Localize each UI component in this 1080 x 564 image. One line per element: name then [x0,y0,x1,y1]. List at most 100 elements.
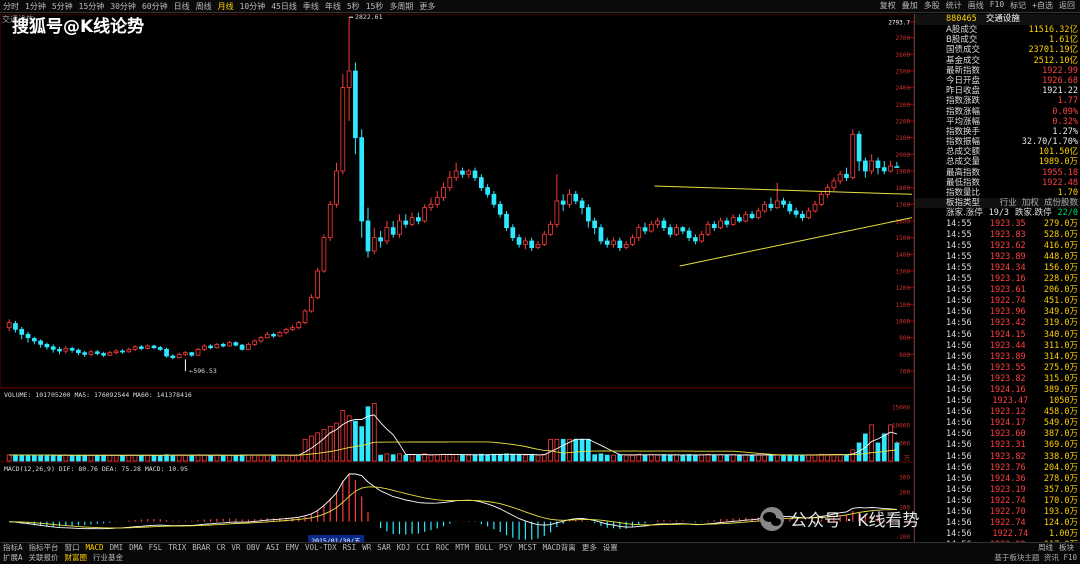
indicator-tab[interactable]: BRAR [189,543,213,553]
tick-row: 14:55 1923.16 228.0万 [915,274,1080,285]
indicator-tab[interactable]: EMV [283,543,303,553]
timeframe-tab[interactable]: 60分钟 [139,1,171,12]
candle-body [844,173,849,179]
volume-bar [113,454,119,462]
kline-chart[interactable]: 2793.7 2700 2600 2500 2400 2300 2200 2100 2000 19… [0,13,915,546]
candle-body [837,173,843,182]
timeframe-tab[interactable]: 月线 [215,1,237,12]
volume-bar [139,454,144,462]
timeframe-tab[interactable]: 年线 [322,1,344,12]
volume-bar [586,438,591,462]
toolbar-action-button[interactable]: 统计 [943,0,965,11]
indicator-tab[interactable]: KDJ [394,543,414,553]
trend-line-upper [654,185,913,195]
tick-row: 14:56 1923.44 311.0万 [915,341,1080,352]
extension-tab[interactable]: 扩展A [0,553,26,563]
stat-label: 基金成交 [946,55,981,66]
indicator-tab[interactable]: DMI [107,543,127,553]
toolbar-action-button[interactable]: 叠加 [899,0,921,11]
timeframe-tab[interactable]: 30分钟 [107,1,139,12]
extension-tab[interactable]: 财富圈 [62,553,91,563]
indicator-tab[interactable]: OBV [243,543,263,553]
indicator-tab[interactable]: MACD背离 [540,543,579,553]
candle-body [806,210,812,219]
volume-bar [661,454,667,462]
tick-price: 1923.61 [989,285,1026,296]
timeframe-tab[interactable]: 5秒 [344,1,363,12]
indicator-tab[interactable]: MTM [452,543,472,553]
tick-row: 14:56 1922.70 193.0万 [915,507,1080,518]
candle-body [233,342,239,346]
tick-time: 14:56 [946,329,972,340]
volume-bar [592,454,598,462]
tick-list[interactable]: 14:55 1923.35 279.0万 14:55 1923.83 528.0万 14:5… [915,219,1080,563]
volume-bar [812,454,818,462]
timeframe-tab[interactable]: 15秒 [363,1,387,12]
indicator-tab[interactable]: CCI [413,543,433,553]
indicator-tab[interactable]: BOLL [472,543,496,553]
extension-tab[interactable]: 行业基金 [90,553,126,563]
volume-bar [403,454,409,462]
timeframe-tab[interactable]: 15分钟 [76,1,108,12]
indicator-tab[interactable]: MACD [83,543,107,553]
indicator-tab[interactable]: FSL [146,543,166,553]
timeframe-tab[interactable]: 多周期 [386,1,416,12]
toolbar-action-button[interactable]: 画线 [965,0,987,11]
timeframe-tab[interactable]: 1分钟 [22,1,49,12]
candle-body [705,223,711,235]
timeframe-tab[interactable]: 10分钟 [237,1,269,12]
tick-price: 1923.12 [989,407,1026,418]
candle-body [25,333,31,339]
volume-bar [76,454,81,462]
timeframe-tab[interactable]: 分时 [0,1,22,12]
volume-bar [504,453,509,462]
indicator-tab[interactable]: 指标A [0,543,26,553]
indicator-tab[interactable]: VR [228,543,243,553]
timeframe-tab[interactable]: 更多 [416,1,438,12]
toolbar-action-button[interactable]: 标记 [1007,0,1029,11]
indicator-tab[interactable]: CR [213,543,228,553]
tick-volume: 357.0万 [1043,484,1078,495]
panel-tab[interactable]: 板块 [1056,543,1077,553]
volume-bar [258,454,264,462]
chart-area[interactable]: 2793.7 2700 2600 2500 2400 2300 2200 2100 2000 19… [0,13,915,546]
tick-price: 1923.89 [989,251,1026,262]
timeframe-tab[interactable]: 日线 [171,1,193,12]
volume-bar [535,454,541,462]
candle-body [447,177,453,189]
indicator-tab[interactable]: 更多 [579,543,600,553]
indicator-tab[interactable]: VOL-TDX [302,543,340,553]
candle-body [485,187,490,195]
panel-tab[interactable]: 周线 [1035,543,1056,553]
indicator-tab[interactable]: ROC [433,543,453,553]
volume-bar [428,454,434,462]
indicator-tab[interactable]: TRIX [165,543,189,553]
indicator-tab[interactable]: MCST [516,543,540,553]
timeframe-tab[interactable]: 45日线 [268,1,300,12]
toolbar-action-button[interactable]: 返回 [1056,0,1078,11]
indicator-tab[interactable]: 设置 [600,543,621,553]
candle-body [523,240,528,245]
indicator-tab[interactable]: PSY [496,543,516,553]
extension-tab[interactable]: 关联报价 [26,553,62,563]
volume-bar [183,454,188,462]
indicator-tab[interactable]: ASI [263,543,283,553]
indicator-tab[interactable]: RSI [340,543,360,553]
indicator-tab[interactable]: SAR [374,543,394,553]
indicator-tab[interactable]: DMA [126,543,146,553]
toolbar-action-button[interactable]: 复权 [877,0,899,11]
toolbar-action-button[interactable]: F10 [987,0,1007,11]
stat-row: 最高指数 1955.18 [915,168,1080,178]
indicator-tab[interactable]: 指标平台 [26,543,62,553]
volume-bar [724,454,730,462]
timeframe-tab[interactable]: 5分钟 [49,1,76,12]
volume-bar [107,454,113,462]
indicator-tab[interactable]: 窗口 [62,543,83,553]
toolbar-action-button[interactable]: +自选 [1029,0,1056,11]
timeframe-tab[interactable]: 周线 [193,1,215,12]
tick-volume: 448.0万 [1043,251,1078,262]
toolbar-action-button[interactable]: 多股 [921,0,943,11]
indicator-tab[interactable]: WR [359,543,374,553]
timeframe-tab[interactable]: 季线 [300,1,322,12]
volume-bar [693,454,698,462]
